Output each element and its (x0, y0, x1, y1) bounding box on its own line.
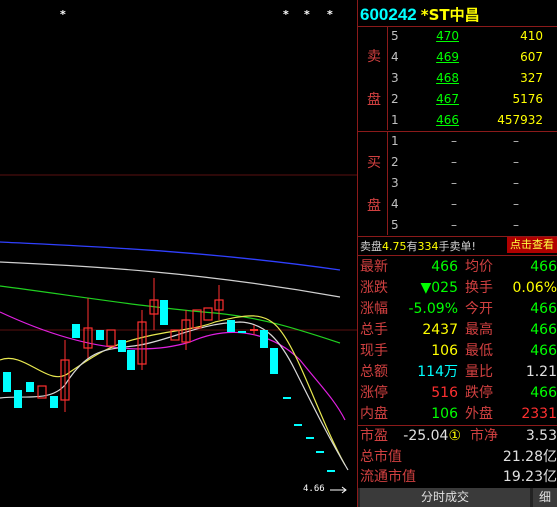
quote-low: 最低 466 (465, 343, 557, 359)
buy-row-1[interactable]: 1 – – (390, 131, 557, 152)
float-market-cap: 流通市值 19.23亿 (360, 469, 557, 485)
sell-volume: 607 (520, 50, 543, 64)
quote-avg: 均价 466 (465, 259, 557, 275)
pb-ratio: 市净 3.53 (470, 428, 557, 444)
quote-current-volume: 现手 106 (360, 343, 458, 359)
quote-outer: 外盘 2331 (465, 406, 557, 422)
price-marker-label: 4.66 (303, 484, 325, 494)
divider (358, 255, 557, 256)
level-number: 5 (391, 218, 399, 232)
stock-title: 600242 *ST中昌 (360, 4, 480, 25)
sell-label: 卖 (367, 49, 381, 65)
quote-amount: 总额 114万 (360, 364, 458, 380)
sell-label: 盘 (367, 92, 381, 108)
sell-price[interactable]: 470 (436, 26, 459, 47)
event-marker-icon[interactable]: * (60, 8, 66, 21)
buy-volume: – (513, 155, 519, 169)
sell-price[interactable]: 466 (436, 110, 459, 131)
stock-name: *ST中昌 (420, 6, 480, 24)
candlestick-chart[interactable]: * * * * 4.66 (0, 0, 357, 507)
large-order-notice: 卖盘4.75有334手卖单! (360, 240, 476, 253)
buy-volume: – (513, 218, 519, 232)
sell-volume: 327 (520, 71, 543, 85)
sell-price[interactable]: 468 (436, 68, 459, 89)
level-number: 3 (391, 71, 399, 85)
quote-latest: 最新 466 (360, 259, 458, 275)
sell-volume: 457932 (497, 113, 543, 127)
view-notice-button[interactable]: 点击查看 (507, 237, 557, 253)
ma-line-blue (0, 241, 341, 271)
quote-limit-up: 涨停 516 (360, 385, 458, 401)
buy-volume: – (513, 134, 519, 148)
level-number: 4 (391, 50, 399, 64)
buy-label: 买 (367, 155, 381, 171)
buy-row-2[interactable]: 2 – – (390, 152, 557, 173)
event-marker-icon[interactable]: * (304, 8, 310, 21)
ma-line-green (0, 285, 341, 344)
sell-volume: 5176 (512, 92, 543, 106)
buy-label: 盘 (367, 198, 381, 214)
buy-row-4[interactable]: 4 – – (390, 194, 557, 215)
quote-high: 最高 466 (465, 322, 557, 338)
quote-turnover: 换手 0.06% (465, 280, 557, 296)
stock-code: 600242 (360, 5, 417, 24)
tab-detail[interactable]: 细 (533, 488, 557, 507)
buy-price[interactable]: – (451, 152, 457, 173)
quote-pct: 涨幅 -5.09% (360, 301, 458, 317)
sell-volume: 410 (520, 29, 543, 43)
buy-row-5[interactable]: 5 – – (390, 215, 557, 236)
event-marker-icon[interactable]: * (283, 8, 289, 21)
total-market-cap: 总市值 21.28亿 (360, 449, 557, 465)
buy-volume: – (513, 176, 519, 190)
sell-row-3[interactable]: 3 468 327 (390, 68, 557, 89)
sell-row-1[interactable]: 1 466 457932 (390, 110, 557, 131)
level-number: 5 (391, 29, 399, 43)
quote-inner: 内盘 106 (360, 406, 458, 422)
quote-volume-ratio: 量比 1.21 (465, 364, 557, 380)
level-number: 1 (391, 134, 399, 148)
divider (387, 27, 388, 130)
sell-price[interactable]: 467 (436, 89, 459, 110)
sell-price[interactable]: 469 (436, 47, 459, 68)
sell-row-5[interactable]: 5 470 410 (390, 26, 557, 47)
quote-open: 今开 466 (465, 301, 557, 317)
pe-ratio: 市盈 -25.04① (360, 428, 461, 444)
level-number: 2 (391, 155, 399, 169)
panel-divider (357, 0, 358, 507)
buy-row-3[interactable]: 3 – – (390, 173, 557, 194)
buy-volume: – (513, 197, 519, 211)
candles (3, 278, 335, 472)
buy-price[interactable]: – (451, 194, 457, 215)
quote-limit-down: 跌停 466 (465, 385, 557, 401)
buy-price[interactable]: – (451, 131, 457, 152)
quote-total-volume: 总手 2437 (360, 322, 458, 338)
chart-canvas (0, 174, 357, 494)
level-number: 1 (391, 113, 399, 127)
sell-row-4[interactable]: 4 469 607 (390, 47, 557, 68)
buy-price[interactable]: – (451, 215, 457, 236)
quote-change: 涨跌 ▼025 (360, 280, 458, 296)
ma-line-white (0, 261, 341, 298)
ma-line-yellow (0, 315, 346, 466)
event-marker-icon[interactable]: * (327, 8, 333, 21)
divider (387, 132, 388, 235)
level-number: 2 (391, 92, 399, 106)
pe-badge-icon: ① (448, 428, 461, 444)
buy-price[interactable]: – (451, 173, 457, 194)
level-number: 3 (391, 176, 399, 190)
level-number: 4 (391, 197, 399, 211)
sell-row-2[interactable]: 2 467 5176 (390, 89, 557, 110)
tab-time-sales[interactable]: 分时成交 (360, 488, 530, 507)
